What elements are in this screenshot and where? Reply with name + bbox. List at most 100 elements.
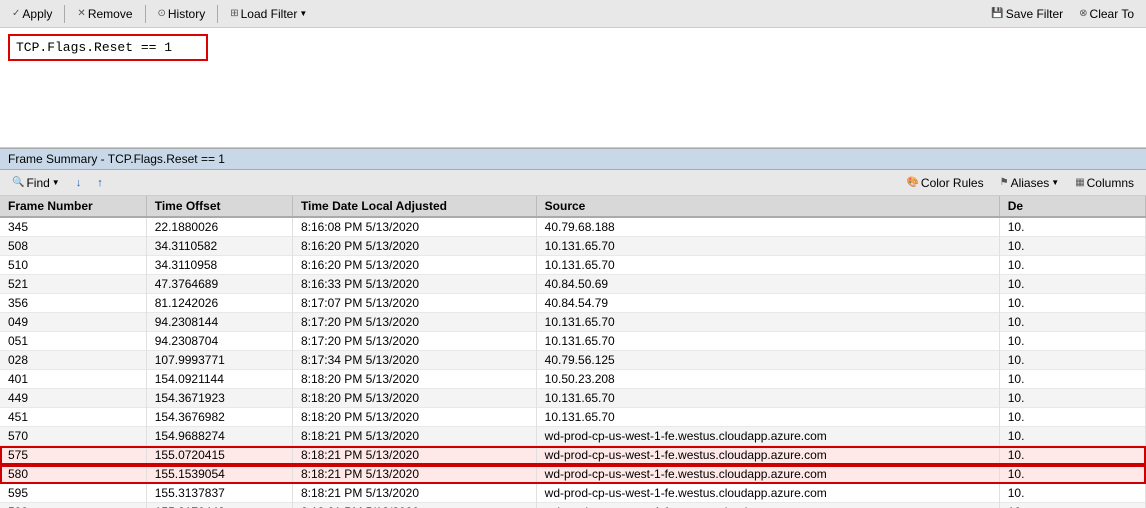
arrow-up-icon: ↑ [97, 177, 103, 189]
col-header-time[interactable]: Time Date Local Adjusted [292, 196, 536, 217]
aliases-icon: ⚑ [1000, 177, 1009, 188]
cell-dest: 10. [999, 427, 1145, 446]
apply-button[interactable]: ✓ Apply [6, 5, 58, 23]
aliases-dropdown-icon: ▼ [1051, 178, 1059, 187]
clear-button[interactable]: ⊗ Clear To [1073, 5, 1140, 23]
col-header-frame[interactable]: Frame Number [0, 196, 146, 217]
cell-dest: 10. [999, 370, 1145, 389]
history-label: History [168, 7, 205, 21]
save-filter-button[interactable]: 💾 Save Filter [985, 5, 1069, 23]
cell-offset: 155.3137837 [146, 484, 292, 503]
table-row[interactable]: 599155.31704428:18:21 PM 5/13/2020wd-pro… [0, 503, 1146, 508]
cell-dest: 10. [999, 389, 1145, 408]
load-filter-button[interactable]: ⊞ Load Filter ▼ [224, 5, 313, 23]
cell-offset: 94.2308144 [146, 313, 292, 332]
filter-area: TCP.Flags.Reset == 1 [0, 28, 1146, 148]
cell-dest: 10. [999, 313, 1145, 332]
history-button[interactable]: ⊙ History [152, 5, 212, 23]
cell-dest: 10. [999, 275, 1145, 294]
cell-frame: 451 [0, 408, 146, 427]
cell-source: 10.131.65.70 [536, 408, 999, 427]
clear-label: Clear To [1090, 7, 1134, 21]
table-row[interactable]: 401154.09211448:18:20 PM 5/13/202010.50.… [0, 370, 1146, 389]
cell-time: 8:17:20 PM 5/13/2020 [292, 332, 536, 351]
find-label: Find [26, 176, 49, 190]
load-filter-label: Load Filter [241, 7, 298, 21]
cell-frame: 575 [0, 446, 146, 465]
load-filter-icon: ⊞ [230, 8, 238, 19]
color-rules-button[interactable]: 🎨 Color Rules [900, 174, 989, 192]
table-row[interactable]: 51034.31109588:16:20 PM 5/13/202010.131.… [0, 256, 1146, 275]
cell-offset: 155.3170442 [146, 503, 292, 508]
cell-offset: 155.1539054 [146, 465, 292, 484]
cell-frame: 599 [0, 503, 146, 508]
table-row[interactable]: 52147.37646898:16:33 PM 5/13/202040.84.5… [0, 275, 1146, 294]
table-row[interactable]: 580155.15390548:18:21 PM 5/13/2020wd-pro… [0, 465, 1146, 484]
cell-dest: 10. [999, 332, 1145, 351]
table-row[interactable]: 35681.12420268:17:07 PM 5/13/202040.84.5… [0, 294, 1146, 313]
table-row[interactable]: 451154.36769828:18:20 PM 5/13/202010.131… [0, 408, 1146, 427]
cell-source: 10.131.65.70 [536, 332, 999, 351]
table-row[interactable]: 34522.18800268:16:08 PM 5/13/202040.79.6… [0, 217, 1146, 237]
packet-toolbar: 🔍 Find ▼ ↓ ↑ 🎨 Color Rules ⚑ Aliases ▼ ▦… [0, 170, 1146, 196]
cell-frame: 595 [0, 484, 146, 503]
cell-frame: 521 [0, 275, 146, 294]
col-header-dest[interactable]: De [999, 196, 1145, 217]
cell-source: 40.84.50.69 [536, 275, 999, 294]
packet-table-container: Frame Number Time Offset Time Date Local… [0, 196, 1146, 508]
find-button[interactable]: 🔍 Find ▼ [6, 174, 66, 192]
save-filter-label: Save Filter [1006, 7, 1063, 21]
cell-time: 8:16:33 PM 5/13/2020 [292, 275, 536, 294]
col-header-offset[interactable]: Time Offset [146, 196, 292, 217]
find-dropdown-icon: ▼ [52, 178, 60, 187]
color-rules-label: Color Rules [921, 176, 984, 190]
packet-table: Frame Number Time Offset Time Date Local… [0, 196, 1146, 508]
remove-button[interactable]: ✕ Remove [71, 5, 138, 23]
cell-dest: 10. [999, 503, 1145, 508]
table-row[interactable]: 575155.07204158:18:21 PM 5/13/2020wd-pro… [0, 446, 1146, 465]
cell-source: 10.131.65.70 [536, 237, 999, 256]
cell-source: 10.50.23.208 [536, 370, 999, 389]
table-row[interactable]: 595155.31378378:18:21 PM 5/13/2020wd-pro… [0, 484, 1146, 503]
cell-offset: 81.1242026 [146, 294, 292, 313]
table-row[interactable]: 04994.23081448:17:20 PM 5/13/202010.131.… [0, 313, 1146, 332]
history-icon: ⊙ [158, 8, 166, 19]
cell-dest: 10. [999, 294, 1145, 313]
cell-source: 40.84.54.79 [536, 294, 999, 313]
load-filter-dropdown-icon: ▼ [299, 9, 307, 18]
cell-time: 8:17:34 PM 5/13/2020 [292, 351, 536, 370]
packet-table-body: 34522.18800268:16:08 PM 5/13/202040.79.6… [0, 217, 1146, 508]
cell-time: 8:18:21 PM 5/13/2020 [292, 503, 536, 508]
cell-offset: 34.3110582 [146, 237, 292, 256]
cell-offset: 94.2308704 [146, 332, 292, 351]
arrow-up-button[interactable]: ↑ [91, 175, 109, 191]
main-toolbar: ✓ Apply ✕ Remove ⊙ History ⊞ Load Filter… [0, 0, 1146, 28]
table-row[interactable]: 05194.23087048:17:20 PM 5/13/202010.131.… [0, 332, 1146, 351]
arrow-down-button[interactable]: ↓ [70, 175, 88, 191]
aliases-label: Aliases [1011, 176, 1050, 190]
filter-input[interactable]: TCP.Flags.Reset == 1 [8, 34, 208, 61]
columns-button[interactable]: ▦ Columns [1069, 174, 1140, 192]
table-row[interactable]: 449154.36719238:18:20 PM 5/13/202010.131… [0, 389, 1146, 408]
cell-time: 8:17:07 PM 5/13/2020 [292, 294, 536, 313]
cell-source: 10.131.65.70 [536, 256, 999, 275]
cell-frame: 345 [0, 217, 146, 237]
cell-time: 8:18:20 PM 5/13/2020 [292, 370, 536, 389]
save-filter-icon: 💾 [991, 8, 1003, 19]
apply-label: Apply [22, 7, 52, 21]
cell-dest: 10. [999, 237, 1145, 256]
cell-source: wd-prod-cp-us-west-1-fe.westus.cloudapp.… [536, 484, 999, 503]
cell-frame: 508 [0, 237, 146, 256]
col-header-source[interactable]: Source [536, 196, 999, 217]
cell-time: 8:18:21 PM 5/13/2020 [292, 465, 536, 484]
table-row[interactable]: 50834.31105828:16:20 PM 5/13/202010.131.… [0, 237, 1146, 256]
cell-frame: 051 [0, 332, 146, 351]
cell-frame: 449 [0, 389, 146, 408]
apply-icon: ✓ [12, 8, 20, 19]
packet-toolbar-left: 🔍 Find ▼ ↓ ↑ [6, 174, 109, 192]
cell-dest: 10. [999, 351, 1145, 370]
cell-frame: 356 [0, 294, 146, 313]
aliases-button[interactable]: ⚑ Aliases ▼ [994, 174, 1066, 192]
table-row[interactable]: 570154.96882748:18:21 PM 5/13/2020wd-pro… [0, 427, 1146, 446]
table-row[interactable]: 028107.99937718:17:34 PM 5/13/202040.79.… [0, 351, 1146, 370]
